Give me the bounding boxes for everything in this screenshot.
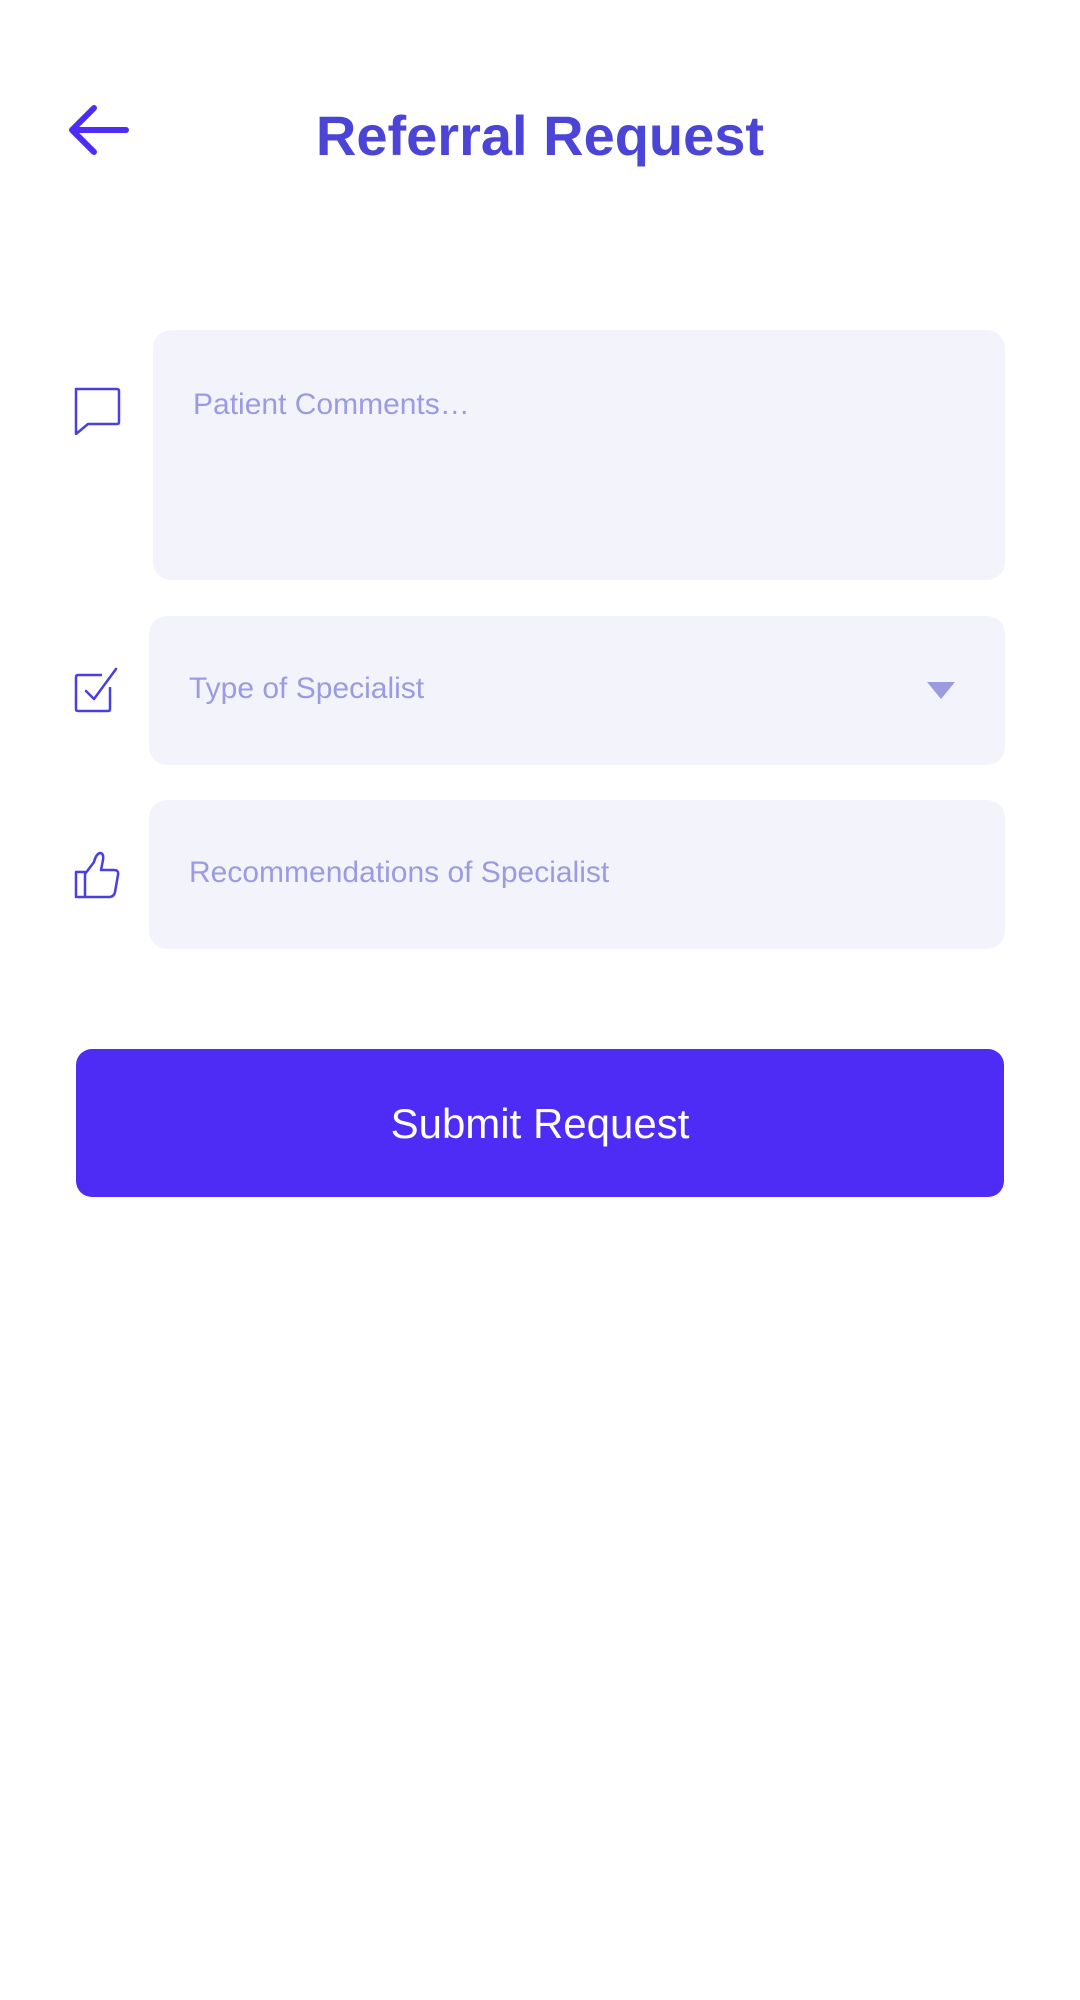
patient-comments-field[interactable]: Patient Comments… [153, 330, 1005, 580]
recommendations-placeholder: Recommendations of Specialist [189, 856, 610, 889]
caret-down-icon [927, 682, 955, 699]
chat-bubble-icon [72, 385, 122, 436]
submit-request-button[interactable]: Submit Request [76, 1049, 1004, 1197]
specialist-type-placeholder: Type of Specialist [189, 672, 425, 705]
recommendations-field[interactable]: Recommendations of Specialist [149, 800, 1005, 949]
checkbox-checked-icon [72, 665, 122, 715]
page-title: Referral Request [315, 104, 765, 167]
patient-comments-placeholder: Patient Comments… [193, 388, 470, 421]
header: Referral Request [0, 0, 1080, 270]
specialist-type-select[interactable]: Type of Specialist [149, 616, 1005, 765]
thumbs-up-icon [72, 850, 122, 900]
